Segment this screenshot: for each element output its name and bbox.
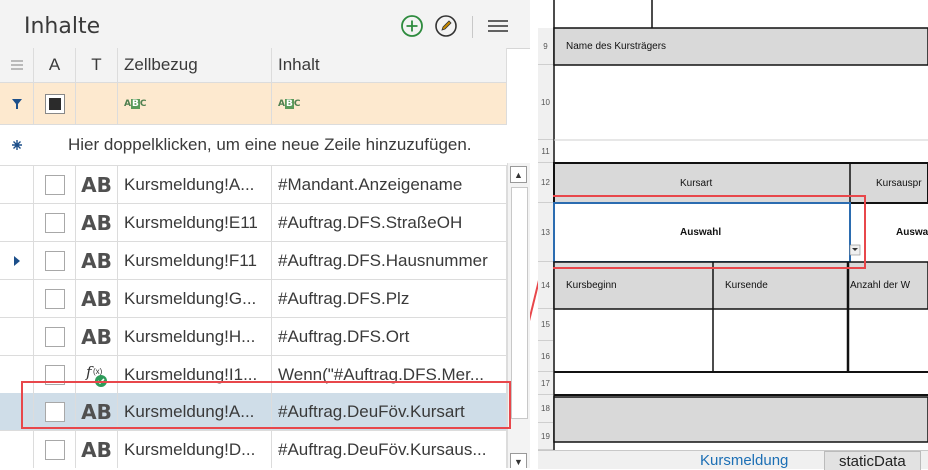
sheet-row-number[interactable]: 18	[538, 395, 553, 423]
cell-kursart: Kursart	[680, 177, 713, 189]
grid-header-row: A T Zellbezug Inhalt	[0, 48, 507, 83]
table-row[interactable]: AB Kursmeldung!E11 #Auftrag.DFS.StraßeOH	[0, 204, 507, 242]
new-row[interactable]: Hier doppelklicken, um eine neue Zeile h…	[0, 125, 507, 166]
filter-type[interactable]	[76, 83, 118, 124]
row-checkbox[interactable]	[34, 204, 76, 241]
cell-kursende: Kursende	[725, 280, 768, 291]
cell-name-kurstraeger: Name des Kursträgers	[566, 41, 667, 52]
sheet-row-number[interactable]: 14	[538, 262, 553, 309]
spreadsheet-preview: Name des Kursträgers Kursart Kursauspr A…	[530, 0, 928, 468]
text-filter-icon: ABC	[278, 98, 301, 109]
row-type: AB	[76, 204, 118, 241]
scroll-up-icon[interactable]: ▲	[510, 166, 527, 183]
filter-zellbezug[interactable]: ABC	[118, 83, 272, 124]
filter-checkbox[interactable]	[34, 83, 76, 124]
panel-header: Inhalte	[0, 0, 530, 49]
cell-auswahl[interactable]: Auswahl	[680, 203, 721, 262]
cell-kursbeginn: Kursbeginn	[566, 280, 617, 291]
plus-circle-icon[interactable]	[400, 14, 424, 38]
sheet-row-number[interactable]: 13	[538, 203, 553, 262]
text-type-icon: AB	[81, 172, 112, 197]
contents-panel: Inhalte A T Zellbezug Inhalt ABC ABC Hie…	[0, 0, 531, 468]
row-type: AB	[76, 242, 118, 279]
table-row[interactable]: AB Kursmeldung!D... #Auftrag.DeuFöv.Kursau…	[0, 431, 507, 468]
filter-inhalt[interactable]: ABC	[272, 83, 507, 124]
pencil-circle-icon[interactable]	[434, 14, 458, 38]
row-type: AB	[76, 166, 118, 203]
sheet-row-number[interactable]: 9	[538, 28, 553, 65]
column-header-a[interactable]: A	[34, 48, 76, 82]
hamburger-menu-icon[interactable]	[486, 14, 510, 38]
row-inhalt[interactable]: #Auftrag.DFS.Hausnummer	[272, 242, 507, 279]
cell-anzahl: Anzahl der W	[850, 280, 911, 291]
sheet-row-number[interactable]: 12	[538, 163, 553, 203]
sheet-row-number[interactable]: 10	[538, 65, 553, 140]
row-zellbezug[interactable]: Kursmeldung!E11	[118, 204, 272, 241]
tab-staticdata[interactable]: staticData	[824, 451, 921, 470]
row-inhalt[interactable]: #Mandant.Anzeigename	[272, 166, 507, 203]
scroll-thumb[interactable]	[511, 187, 528, 419]
row-indicator	[0, 280, 34, 317]
row-zellbezug[interactable]: Kursmeldung!A...	[118, 166, 272, 203]
sheet-row-number[interactable]: 15	[538, 309, 553, 341]
sheet-gridlines	[530, 0, 928, 450]
row-checkbox[interactable]	[34, 166, 76, 203]
text-type-icon: AB	[81, 324, 112, 349]
scroll-down-icon[interactable]: ▼	[510, 453, 527, 468]
table-row[interactable]: AB Kursmeldung!G... #Auftrag.DFS.Plz	[0, 280, 507, 318]
column-header-t[interactable]: T	[76, 48, 118, 82]
sheet-tabs: Kursmeldung staticData	[538, 450, 928, 470]
sheet-row-number[interactable]: 17	[538, 372, 553, 395]
header-separator	[472, 16, 473, 38]
row-indicator	[0, 166, 34, 203]
new-row-asterisk-icon	[0, 125, 34, 165]
row-checkbox[interactable]	[34, 318, 76, 355]
panel-title: Inhalte	[24, 14, 101, 39]
sheet-row-number[interactable]: 16	[538, 341, 553, 372]
highlight-box	[21, 381, 511, 429]
row-indicator	[0, 204, 34, 241]
text-filter-icon: ABC	[124, 98, 147, 109]
text-type-icon: AB	[81, 437, 112, 462]
row-zellbezug[interactable]: Kursmeldung!H...	[118, 318, 272, 355]
row-checkbox[interactable]	[34, 280, 76, 317]
row-indicator	[0, 431, 34, 468]
column-header-inhalt[interactable]: Inhalt	[272, 48, 507, 82]
sheet-row-number[interactable]: 11	[538, 140, 553, 163]
cell-auswa: Auswa	[896, 227, 928, 238]
row-zellbezug[interactable]: Kursmeldung!F11	[118, 242, 272, 279]
row-checkbox[interactable]	[34, 431, 76, 468]
row-inhalt[interactable]: #Auftrag.DeuFöv.Kursaus...	[272, 431, 507, 468]
row-zellbezug[interactable]: Kursmeldung!G...	[118, 280, 272, 317]
filter-row: ABC ABC	[0, 83, 507, 125]
row-indicator	[0, 242, 34, 279]
row-inhalt[interactable]: #Auftrag.DFS.Plz	[272, 280, 507, 317]
cell-kursauspr: Kursauspr	[876, 177, 922, 189]
row-indicator	[0, 318, 34, 355]
column-header-zellbezug[interactable]: Zellbezug	[118, 48, 272, 82]
table-row[interactable]: AB Kursmeldung!F11 #Auftrag.DFS.Hausnummer	[0, 242, 507, 280]
filter-icon	[0, 83, 34, 124]
new-row-hint: Hier doppelklicken, um eine neue Zeile h…	[68, 135, 472, 154]
text-type-icon: AB	[81, 248, 112, 273]
row-type: AB	[76, 431, 118, 468]
row-inhalt[interactable]: #Auftrag.DFS.Ort	[272, 318, 507, 355]
tab-kursmeldung[interactable]: Kursmeldung	[700, 451, 788, 469]
row-zellbezug[interactable]: Kursmeldung!D...	[118, 431, 272, 468]
row-checkbox[interactable]	[34, 242, 76, 279]
column-chooser-icon[interactable]	[0, 48, 34, 82]
row-type: AB	[76, 318, 118, 355]
row-inhalt[interactable]: #Auftrag.DFS.StraßeOH	[272, 204, 507, 241]
table-row[interactable]: AB Kursmeldung!A... #Mandant.Anzeigename	[0, 166, 507, 204]
row-type: AB	[76, 280, 118, 317]
text-type-icon: AB	[81, 286, 112, 311]
sheet-row-number[interactable]: 19	[538, 423, 553, 450]
text-type-icon: AB	[81, 210, 112, 235]
svg-text:(x): (x)	[93, 367, 103, 376]
table-row[interactable]: AB Kursmeldung!H... #Auftrag.DFS.Ort	[0, 318, 507, 356]
